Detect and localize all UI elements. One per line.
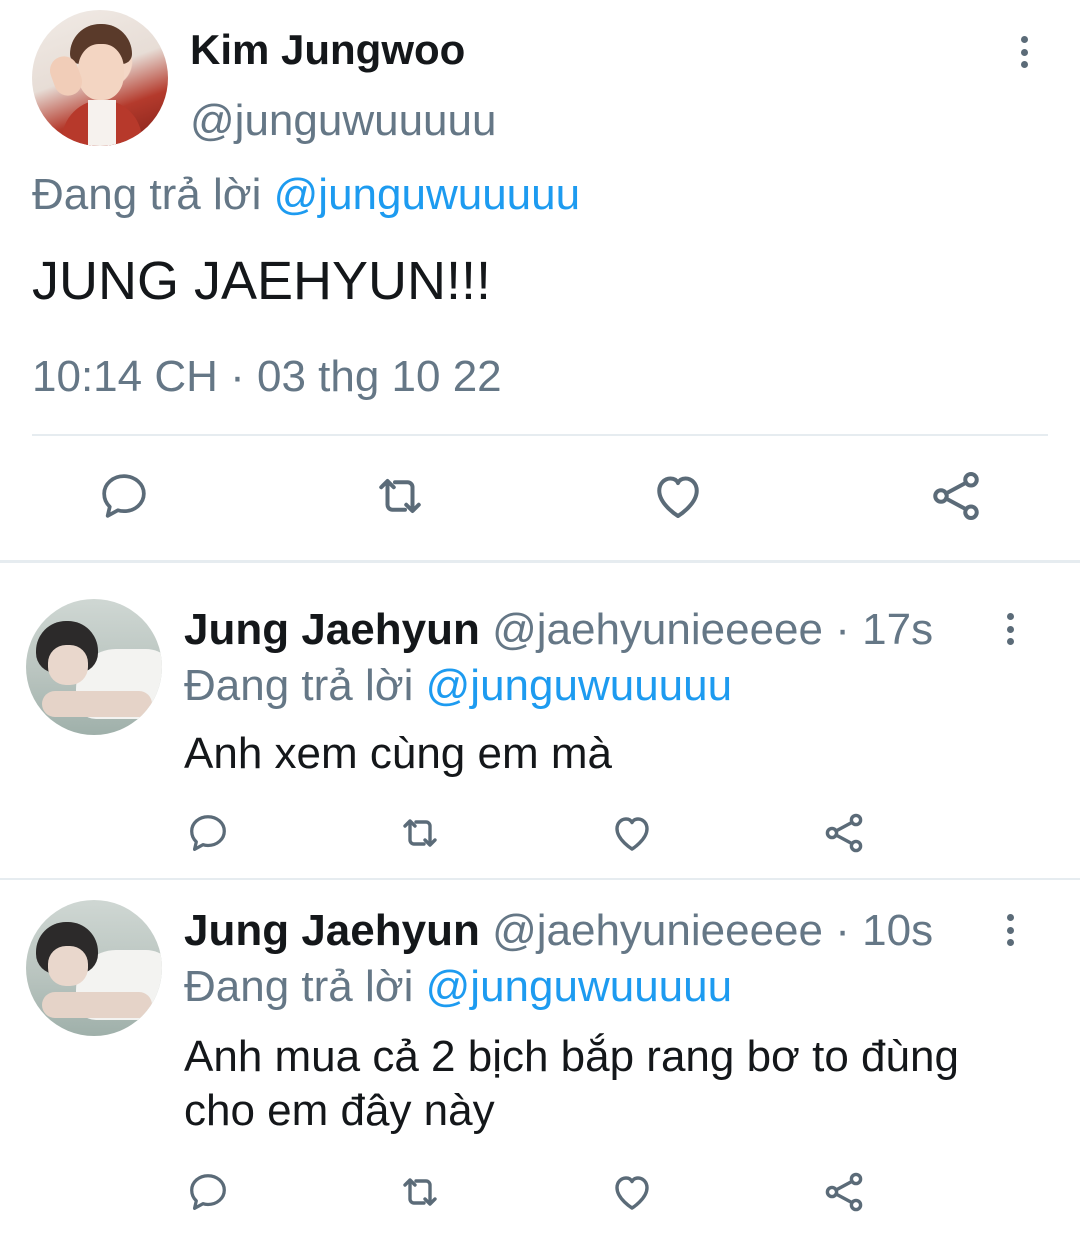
like-icon[interactable]	[608, 809, 656, 857]
share-icon[interactable]	[820, 1168, 868, 1216]
divider	[32, 434, 1048, 436]
retweet-icon[interactable]	[396, 1168, 444, 1216]
tweet-text: Anh mua cả 2 bịch bắp rang bơ to đùng ch…	[184, 1030, 1044, 1138]
more-options-icon[interactable]	[990, 609, 1030, 649]
author-handle[interactable]: @junguwuuuuu	[190, 96, 496, 146]
reply-icon[interactable]	[184, 1168, 232, 1216]
retweet-icon[interactable]	[370, 466, 430, 526]
replying-to-line: Đang trả lời @junguwuuuuu	[184, 962, 732, 1012]
like-icon[interactable]	[608, 1168, 656, 1216]
relative-time[interactable]: · 17s	[835, 605, 933, 654]
tweet-text-line: cho em đây này	[184, 1086, 495, 1135]
replying-mention-link[interactable]: @junguwuuuuu	[426, 962, 732, 1011]
avatar[interactable]	[26, 599, 162, 735]
author-handle[interactable]: @jaehyunieeeee	[492, 605, 823, 654]
more-options-icon[interactable]	[990, 910, 1030, 950]
avatar[interactable]	[26, 900, 162, 1036]
retweet-icon[interactable]	[396, 809, 444, 857]
replying-mention-link[interactable]: @junguwuuuuu	[274, 170, 580, 219]
tweet-thread-page: Kim Jungwoo @junguwuuuuu Đang trả lời @j…	[0, 0, 1080, 1234]
reply-icon[interactable]	[94, 466, 154, 526]
tweet-text: Anh xem cùng em mà	[184, 727, 1044, 781]
reply-icon[interactable]	[184, 809, 232, 857]
reply-header: Jung Jaehyun @jaehyunieeeee · 17s	[184, 605, 933, 655]
author-name[interactable]: Jung Jaehyun	[184, 906, 480, 955]
reply-tweet[interactable]: Jung Jaehyun @jaehyunieeeee · 17s Đang t…	[0, 563, 1080, 879]
more-options-icon[interactable]	[1004, 30, 1044, 74]
main-tweet: Kim Jungwoo @junguwuuuuu Đang trả lời @j…	[0, 0, 1080, 562]
share-icon[interactable]	[820, 809, 868, 857]
replying-to-line: Đang trả lời @junguwuuuuu	[184, 661, 732, 711]
author-handle[interactable]: @jaehyunieeeee	[492, 906, 823, 955]
replying-prefix: Đang trả lời	[184, 661, 414, 710]
tweet-actions-bar	[0, 466, 1080, 528]
replying-prefix: Đang trả lời	[32, 170, 262, 219]
author-name[interactable]: Jung Jaehyun	[184, 605, 480, 654]
replying-to-line: Đang trả lời @junguwuuuuu	[32, 170, 580, 220]
tweet-timestamp[interactable]: 10:14 CH · 03 thg 10 22	[32, 352, 502, 402]
tweet-text-line: Anh xem cùng em mà	[184, 729, 612, 778]
tweet-text: JUNG JAEHYUN!!!	[32, 251, 492, 311]
reply-tweet[interactable]: Jung Jaehyun @jaehyunieeeee · 10s Đang t…	[0, 880, 1080, 1234]
like-icon[interactable]	[648, 466, 708, 526]
avatar[interactable]	[32, 10, 168, 146]
reply-header: Jung Jaehyun @jaehyunieeeee · 10s	[184, 906, 933, 956]
replying-prefix: Đang trả lời	[184, 962, 414, 1011]
tweet-text-line: Anh mua cả 2 bịch bắp rang bơ to đùng	[184, 1032, 959, 1081]
share-icon[interactable]	[926, 466, 986, 526]
replying-mention-link[interactable]: @junguwuuuuu	[426, 661, 732, 710]
relative-time[interactable]: · 10s	[835, 906, 933, 955]
author-name[interactable]: Kim Jungwoo	[190, 26, 465, 74]
